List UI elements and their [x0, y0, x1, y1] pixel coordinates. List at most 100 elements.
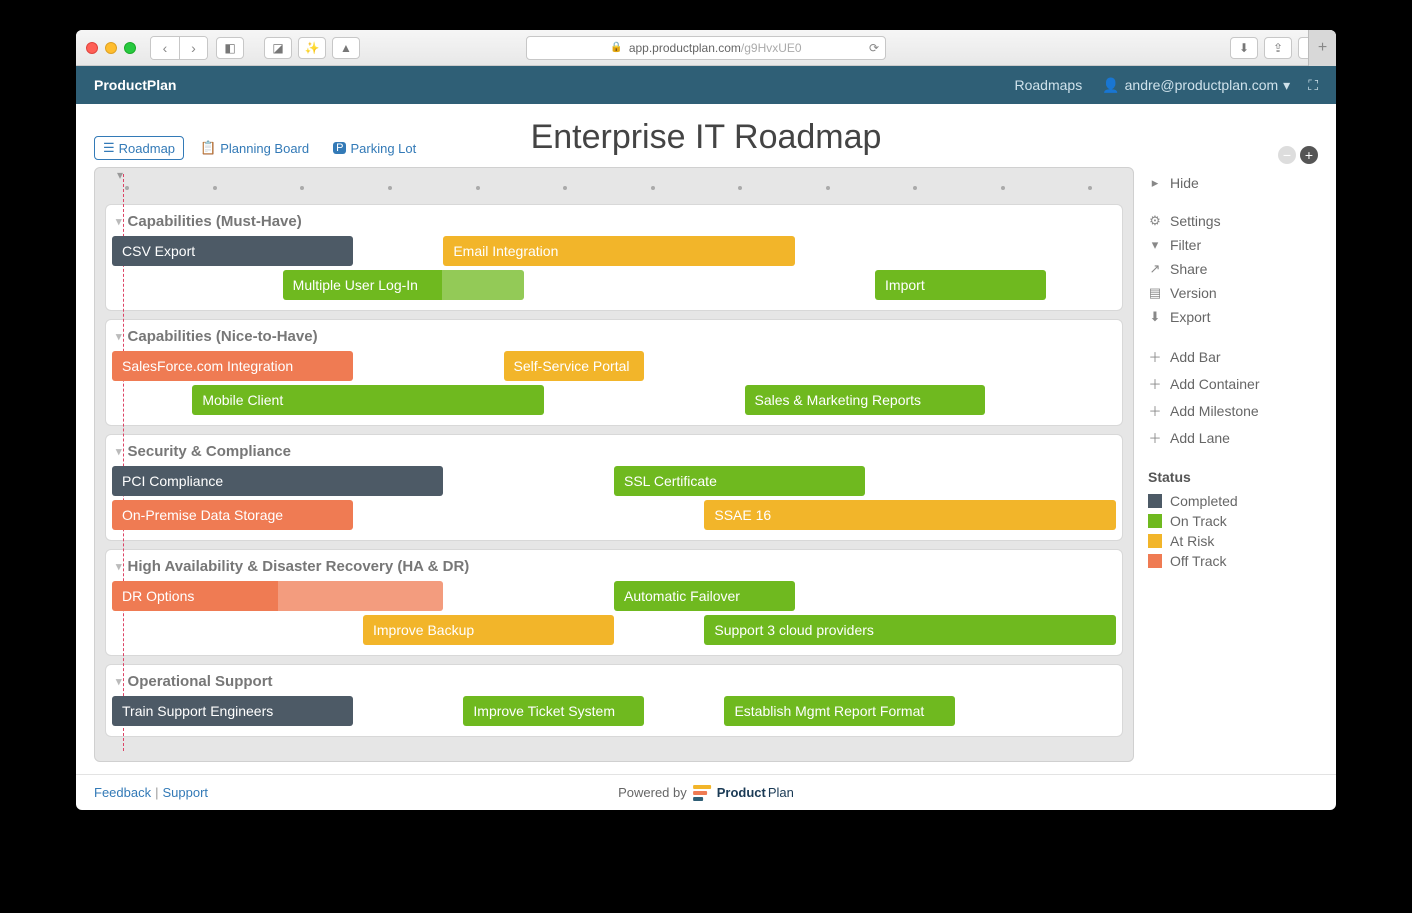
- support-link[interactable]: Support: [162, 785, 208, 800]
- app-header: ProductPlan Roadmaps 👤 andre@productplan…: [76, 66, 1336, 104]
- back-button[interactable]: ‹: [151, 37, 179, 59]
- url-text: app.productplan.com/g9HvxUE0: [629, 41, 802, 55]
- toolbar-button-1[interactable]: ◪: [264, 37, 292, 59]
- logo-mark-icon: [693, 785, 711, 801]
- lane-header[interactable]: ▾ Capabilities (Nice-to-Have): [112, 326, 1116, 351]
- address-bar[interactable]: 🔒 app.productplan.com/g9HvxUE0 ⟳: [526, 36, 886, 60]
- side-panel: ▸Hide ⚙Settings ▾Filter ↗Share ▤Version …: [1148, 167, 1318, 762]
- chevron-down-icon: ▾: [116, 675, 122, 688]
- minimize-window-icon[interactable]: [105, 42, 117, 54]
- sidebar-toggle-button[interactable]: ◧: [216, 37, 244, 59]
- roadmap-canvas: ▾ ▾Capabilities (Must-Have)CSV ExportEma…: [94, 167, 1134, 762]
- share-button[interactable]: ⇪: [1264, 37, 1292, 59]
- filter-button[interactable]: ▾Filter: [1148, 233, 1318, 257]
- legend-item: Completed: [1148, 491, 1318, 511]
- gear-icon: ⚙: [1148, 213, 1162, 229]
- lane-header[interactable]: ▾High Availability & Disaster Recovery (…: [112, 556, 1116, 581]
- plus-icon: ＋: [1148, 428, 1162, 447]
- lane-title: High Availability & Disaster Recovery (H…: [128, 558, 470, 575]
- bar-label: Email Integration: [453, 243, 558, 259]
- lane: ▾Security & CompliancePCI Compliance SSL …: [105, 434, 1123, 541]
- toolbar-button-3[interactable]: ▲: [332, 37, 360, 59]
- tab-parking-lot[interactable]: PParking Lot: [325, 136, 424, 160]
- roadmap-bar[interactable]: Mobile Client: [192, 385, 543, 415]
- roadmap-bar[interactable]: Email Integration: [443, 236, 794, 266]
- roadmap-icon: ☰: [103, 140, 115, 156]
- bar-label: SSAE 16: [714, 507, 771, 523]
- bar-label: Mobile Client: [202, 392, 283, 408]
- subheader: ☰Roadmap 📋Planning Board PParking Lot En…: [76, 104, 1336, 167]
- window-controls: [86, 42, 136, 54]
- fullscreen-icon[interactable]: ⛶: [1308, 77, 1318, 94]
- chevron-down-icon: ▾: [116, 330, 122, 343]
- downloads-button[interactable]: ⬇: [1230, 37, 1258, 59]
- toolbar-button-2[interactable]: ✨: [298, 37, 326, 59]
- roadmap-bar[interactable]: SSL Certificate: [614, 466, 865, 496]
- lane-header[interactable]: ▾Security & Compliance: [112, 441, 1116, 466]
- roadmap-bar[interactable]: PCI Compliance: [112, 466, 443, 496]
- add-container-button[interactable]: ＋Add Container: [1148, 370, 1318, 397]
- productplan-logo: ProductPlan: [693, 785, 794, 801]
- zoom-in-button[interactable]: +: [1300, 146, 1318, 164]
- parking-icon: P: [333, 142, 346, 154]
- roadmap-bar[interactable]: Sales & Marketing Reports: [745, 385, 986, 415]
- roadmap-bar[interactable]: SSAE 16: [704, 500, 1116, 530]
- new-tab-button[interactable]: +: [1308, 30, 1336, 66]
- roadmap-bar[interactable]: Automatic Failover: [614, 581, 795, 611]
- roadmap-bar[interactable]: Train Support Engineers: [112, 696, 353, 726]
- roadmap-bar[interactable]: Self-Service Portal: [504, 351, 645, 381]
- footer: Feedback | Support Powered by ProductPla…: [76, 774, 1336, 810]
- roadmap-bar[interactable]: On-Premise Data Storage: [112, 500, 353, 530]
- version-button[interactable]: ▤Version: [1148, 281, 1318, 305]
- bar-label: Sales & Marketing Reports: [755, 392, 922, 408]
- browser-chrome: ‹ › ◧ ◪ ✨ ▲ 🔒 app.productplan.com/g9HvxU…: [76, 30, 1336, 66]
- roadmap-bar[interactable]: Multiple User Log-In: [283, 270, 524, 300]
- roadmap-bar[interactable]: Import: [875, 270, 1046, 300]
- roadmap-bar[interactable]: Improve Backup: [363, 615, 614, 645]
- legend-swatch: [1148, 554, 1162, 568]
- lane: ▾Operational SupportTrain Support Engine…: [105, 664, 1123, 737]
- bar-label: Automatic Failover: [624, 588, 740, 604]
- legend-label: Off Track: [1170, 553, 1227, 569]
- lane: ▾High Availability & Disaster Recovery (…: [105, 549, 1123, 656]
- export-button[interactable]: ⬇Export: [1148, 305, 1318, 329]
- tab-roadmap[interactable]: ☰Roadmap: [94, 136, 184, 160]
- roadmap-bar[interactable]: CSV Export: [112, 236, 353, 266]
- roadmap-bar[interactable]: SalesForce.com Integration: [112, 351, 353, 381]
- lane: ▾ Capabilities (Nice-to-Have) SalesForce.c…: [105, 319, 1123, 426]
- bar-label: Multiple User Log-In: [293, 277, 418, 293]
- settings-button[interactable]: ⚙Settings: [1148, 209, 1318, 233]
- hide-panel-button[interactable]: ▸Hide: [1148, 171, 1318, 195]
- roadmap-bar[interactable]: Support 3 cloud providers: [704, 615, 1116, 645]
- powered-by-label: Powered by: [618, 785, 687, 800]
- nav-buttons: ‹ ›: [150, 36, 208, 60]
- feedback-link[interactable]: Feedback: [94, 785, 151, 800]
- reload-icon[interactable]: ⟳: [869, 41, 879, 55]
- share-link-button[interactable]: ↗Share: [1148, 257, 1318, 281]
- lane-row: Multiple User Log-In Import: [112, 270, 1116, 300]
- user-menu[interactable]: 👤 andre@productplan.com ▾: [1102, 77, 1290, 94]
- lane-header[interactable]: ▾Capabilities (Must-Have): [112, 211, 1116, 236]
- roadmaps-link[interactable]: Roadmaps: [1014, 77, 1082, 93]
- zoom-out-button[interactable]: −: [1278, 146, 1296, 164]
- lane-title: Capabilities (Nice-to-Have): [128, 328, 318, 345]
- bar-label: Support 3 cloud providers: [714, 622, 874, 638]
- close-window-icon[interactable]: [86, 42, 98, 54]
- maximize-window-icon[interactable]: [124, 42, 136, 54]
- chevron-down-icon: ▾: [116, 445, 122, 458]
- add-lane-button[interactable]: ＋Add Lane: [1148, 424, 1318, 451]
- lane-row: On-Premise Data Storage SSAE 16: [112, 500, 1116, 530]
- forward-button[interactable]: ›: [179, 37, 207, 59]
- roadmap-bar[interactable]: Establish Mgmt Report Format: [724, 696, 955, 726]
- roadmap-bar[interactable]: Improve Ticket System: [463, 696, 644, 726]
- lane-row: Mobile Client Sales & Marketing Reports: [112, 385, 1116, 415]
- tab-planning-board[interactable]: 📋Planning Board: [192, 136, 317, 160]
- add-bar-button[interactable]: ＋Add Bar: [1148, 343, 1318, 370]
- lane-header[interactable]: ▾Operational Support: [112, 671, 1116, 696]
- user-icon: 👤: [1102, 77, 1119, 94]
- roadmap-bar[interactable]: DR Options: [112, 581, 443, 611]
- lane-row: CSV Export Email Integration: [112, 236, 1116, 266]
- legend-item: Off Track: [1148, 551, 1318, 571]
- add-milestone-button[interactable]: ＋Add Milestone: [1148, 397, 1318, 424]
- lane-title: Capabilities (Must-Have): [128, 213, 302, 230]
